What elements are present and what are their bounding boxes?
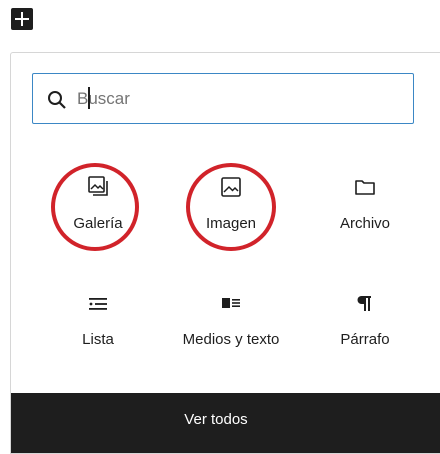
search-input[interactable] xyxy=(77,88,377,109)
search-icon xyxy=(48,90,66,109)
search-box[interactable] xyxy=(32,73,414,124)
block-list[interactable]: Lista xyxy=(43,275,153,365)
highlight-circle-gallery xyxy=(51,163,139,251)
text-caret xyxy=(88,87,90,109)
block-label: Párrafo xyxy=(340,331,390,348)
highlight-circle-image xyxy=(186,163,276,251)
add-block-button[interactable] xyxy=(11,8,33,30)
block-label: Lista xyxy=(82,331,114,348)
folder-icon xyxy=(355,180,375,195)
plus-icon xyxy=(15,12,29,26)
block-inserter-panel: Galería Imagen Archivo Lista xyxy=(10,52,440,454)
block-media-text[interactable]: Medios y texto xyxy=(176,275,286,365)
browse-all-label: Ver todos xyxy=(184,410,248,428)
paragraph-icon xyxy=(357,296,371,311)
block-label: Medios y texto xyxy=(182,331,280,348)
block-paragraph[interactable]: Párrafo xyxy=(310,275,420,365)
block-file[interactable]: Archivo xyxy=(310,159,420,249)
media-text-icon xyxy=(222,298,240,308)
browse-all-button[interactable]: Ver todos xyxy=(11,393,440,453)
block-label: Archivo xyxy=(339,215,391,232)
list-icon xyxy=(89,298,107,310)
